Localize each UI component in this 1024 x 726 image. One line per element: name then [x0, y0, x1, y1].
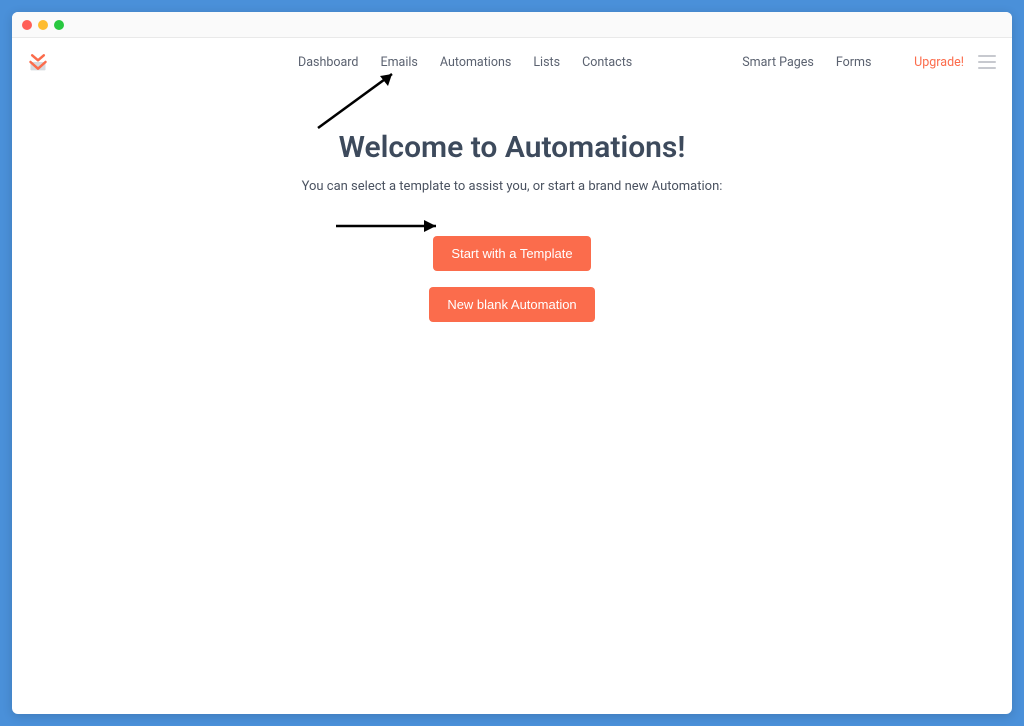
browser-window: Dashboard Emails Automations Lists Conta… [12, 12, 1012, 714]
close-window-button[interactable] [22, 20, 32, 30]
nav-contacts[interactable]: Contacts [582, 55, 632, 70]
upgrade-link[interactable]: Upgrade! [914, 55, 964, 70]
menu-icon[interactable] [978, 55, 996, 69]
secondary-nav: Smart Pages Forms [742, 55, 871, 70]
nav-emails[interactable]: Emails [380, 55, 417, 70]
primary-nav: Dashboard Emails Automations Lists Conta… [298, 55, 632, 70]
maximize-window-button[interactable] [54, 20, 64, 30]
window-titlebar [12, 12, 1012, 38]
action-buttons: Start with a Template New blank Automati… [12, 236, 1012, 322]
nav-dashboard[interactable]: Dashboard [298, 55, 358, 70]
minimize-window-button[interactable] [38, 20, 48, 30]
new-blank-button[interactable]: New blank Automation [429, 287, 594, 322]
nav-right-cluster: Upgrade! [914, 55, 996, 70]
nav-smart-pages[interactable]: Smart Pages [742, 55, 814, 70]
window-controls [22, 20, 64, 30]
nav-automations[interactable]: Automations [440, 55, 511, 70]
app-logo-icon[interactable] [28, 52, 48, 72]
top-nav: Dashboard Emails Automations Lists Conta… [12, 38, 1012, 86]
nav-lists[interactable]: Lists [533, 55, 560, 70]
page-subtitle: You can select a template to assist you,… [12, 179, 1012, 194]
app-content: Dashboard Emails Automations Lists Conta… [12, 38, 1012, 714]
nav-forms[interactable]: Forms [836, 55, 872, 70]
page-title: Welcome to Automations! [12, 130, 1012, 165]
start-template-button[interactable]: Start with a Template [433, 236, 590, 271]
welcome-hero: Welcome to Automations! You can select a… [12, 130, 1012, 322]
